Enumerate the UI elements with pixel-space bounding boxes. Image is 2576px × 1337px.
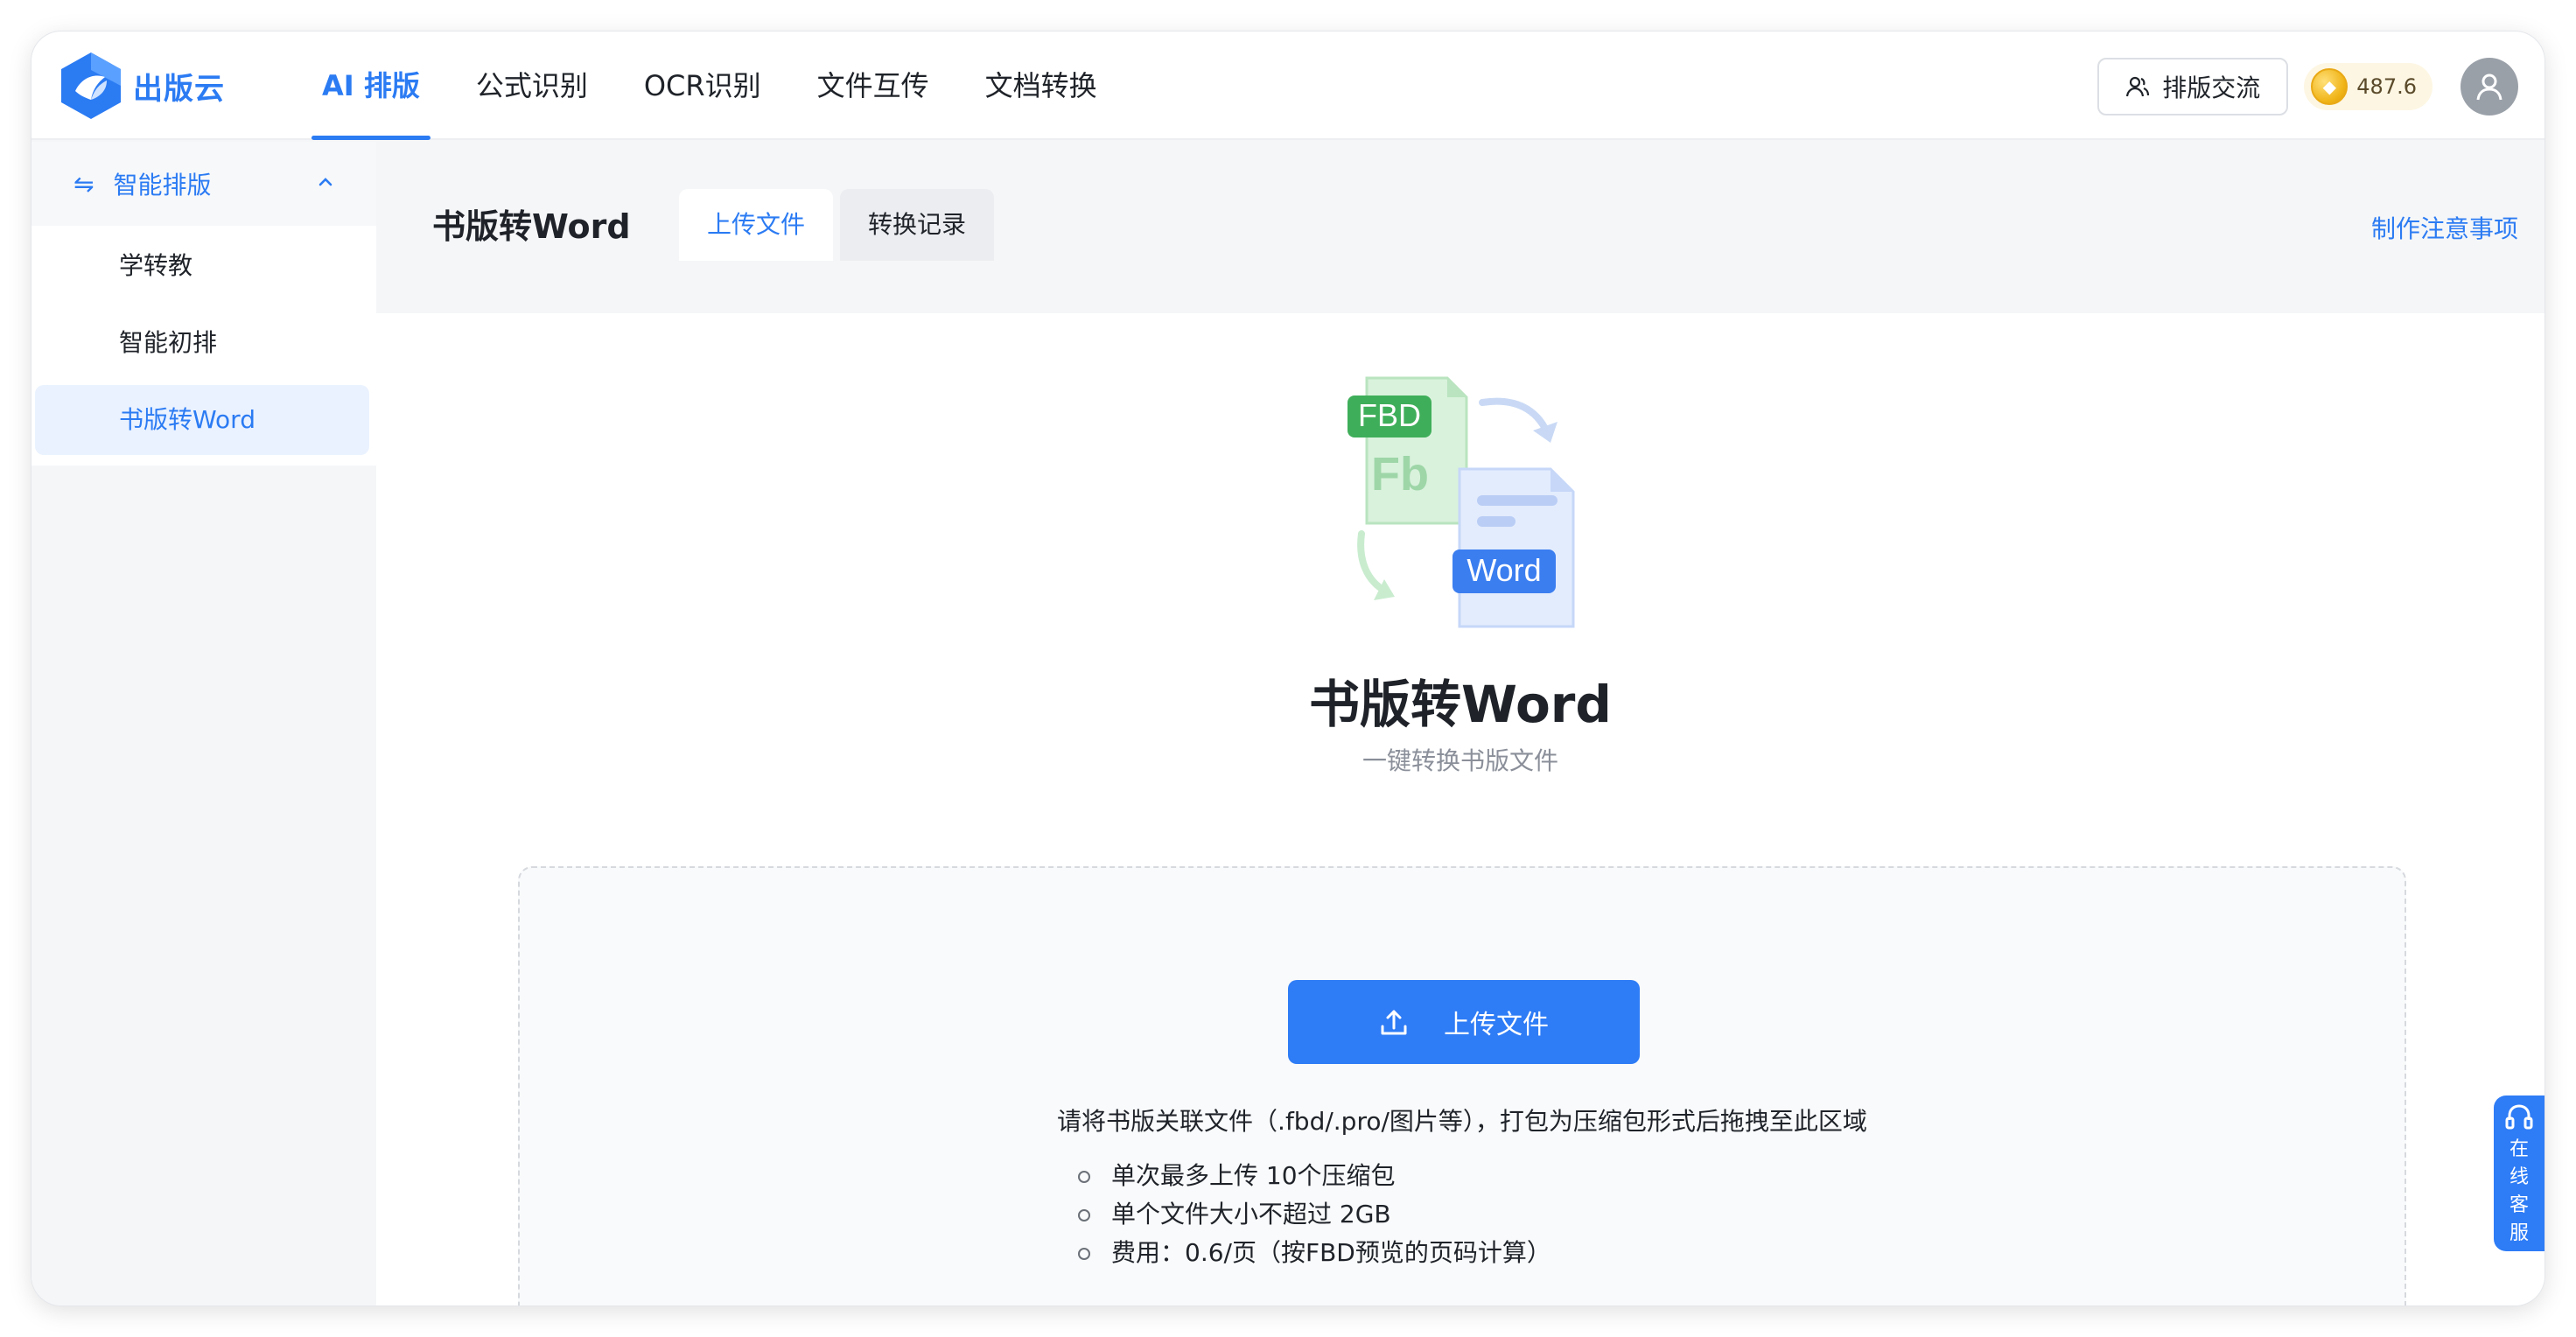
page-title: 书版转Word — [432, 207, 631, 246]
avatar[interactable] — [2460, 58, 2518, 116]
main-area: 书版转Word 上传文件 转换记录 制作注意事项 FBD Fb Word 书版转… — [376, 142, 2544, 1306]
sidebar-item-study-to-teach[interactable]: 学转教 — [35, 231, 369, 301]
fbd-badge-text: FBD — [1358, 397, 1421, 433]
sidebar-group-label: 智能排版 — [113, 171, 212, 200]
logo[interactable]: 出版云 — [58, 51, 225, 121]
upload-icon — [1381, 1010, 1407, 1035]
fbd-to-word-illustration: FBD Fb Word — [1348, 376, 1575, 628]
online-service-button[interactable]: 在线客服 — [2494, 1096, 2544, 1251]
headset-icon — [2505, 1104, 2533, 1130]
sidebar-item-smart-draft[interactable]: 智能初排 — [35, 308, 369, 378]
nav-file-transfer[interactable]: 文件互传 — [789, 32, 957, 140]
nav-ocr[interactable]: OCR识别 — [616, 32, 789, 140]
fb-letters: Fb — [1371, 448, 1429, 500]
swap-arrows-icon: ⇋ — [74, 169, 94, 199]
chevron-up-icon[interactable] — [313, 170, 338, 194]
notes-link[interactable]: 制作注意事项 — [2371, 210, 2518, 245]
rule-item: 单个文件大小不超过 2GB — [1076, 1195, 1551, 1234]
hero-title: 书版转Word — [1309, 675, 1612, 734]
tabs-bar: 书版转Word 上传文件 转换记录 制作注意事项 — [376, 142, 2544, 313]
header-actions: 排版交流 ◆ 487.6 — [2097, 58, 2518, 116]
rule-item: 费用：0.6/页（按FBD预览的页码计算） — [1076, 1234, 1551, 1272]
exchange-button[interactable]: 排版交流 — [2097, 58, 2289, 116]
file-dropzone[interactable]: 上传文件 请将书版关联文件（.fbd/.pro/图片等），打包为压缩包形式后拖拽… — [518, 866, 2406, 1306]
sidebar-item-book-to-word[interactable]: 书版转Word — [35, 385, 369, 455]
coin-balance[interactable]: ◆ 487.6 — [2304, 63, 2432, 110]
logo-text: 出版云 — [133, 71, 225, 107]
coin-balance-value: 487.6 — [2356, 74, 2417, 99]
nav-doc-convert[interactable]: 文档转换 — [957, 32, 1125, 140]
rule-item: 单次最多上传 10个压缩包 — [1076, 1157, 1551, 1195]
upload-hint: 请将书版关联文件（.fbd/.pro/图片等），打包为压缩包形式后拖拽至此区域 — [1057, 1107, 1867, 1136]
tab-upload-file[interactable]: 上传文件 — [679, 189, 834, 261]
main-nav: AI 排版 公式识别 OCR识别 文件互传 文档转换 — [294, 32, 1125, 140]
community-icon — [2126, 76, 2150, 97]
upload-rules: 单次最多上传 10个压缩包 单个文件大小不超过 2GB 费用：0.6/页（按FB… — [1076, 1157, 1551, 1272]
sidebar-group-smart-typesetting[interactable]: ⇋ 智能排版 — [32, 142, 376, 226]
nav-formula-recognition[interactable]: 公式识别 — [448, 32, 616, 140]
nav-ai-typesetting[interactable]: AI 排版 — [294, 32, 448, 140]
word-badge-text: Word — [1466, 552, 1541, 588]
app-window: 出版云 AI 排版 公式识别 OCR识别 文件互传 文档转换 排版交流 ◆ 48… — [32, 32, 2544, 1306]
user-icon — [2476, 74, 2502, 101]
exchange-label: 排版交流 — [2162, 74, 2261, 102]
online-service-label: 在线客服 — [2509, 1138, 2529, 1244]
sidebar-panel: ⇋ 智能排版 学转教 智能初排 书版转Word — [32, 142, 376, 466]
logo-icon — [61, 52, 121, 119]
hero-subtitle: 一键转换书版文件 — [1362, 746, 1558, 775]
top-header: 出版云 AI 排版 公式识别 OCR识别 文件互传 文档转换 排版交流 ◆ 48… — [32, 32, 2544, 140]
upload-file-button[interactable]: 上传文件 — [1288, 980, 1640, 1064]
coin-icon: ◆ — [2311, 68, 2348, 105]
upload-panel: FBD Fb Word 书版转Word 一键转换书版文件 上传文件 请将书版关联… — [376, 313, 2544, 1306]
sidebar: ⇋ 智能排版 学转教 智能初排 书版转Word — [32, 142, 376, 1306]
upload-button-label: 上传文件 — [1444, 1010, 1549, 1040]
tab-conversion-history[interactable]: 转换记录 — [840, 189, 995, 261]
